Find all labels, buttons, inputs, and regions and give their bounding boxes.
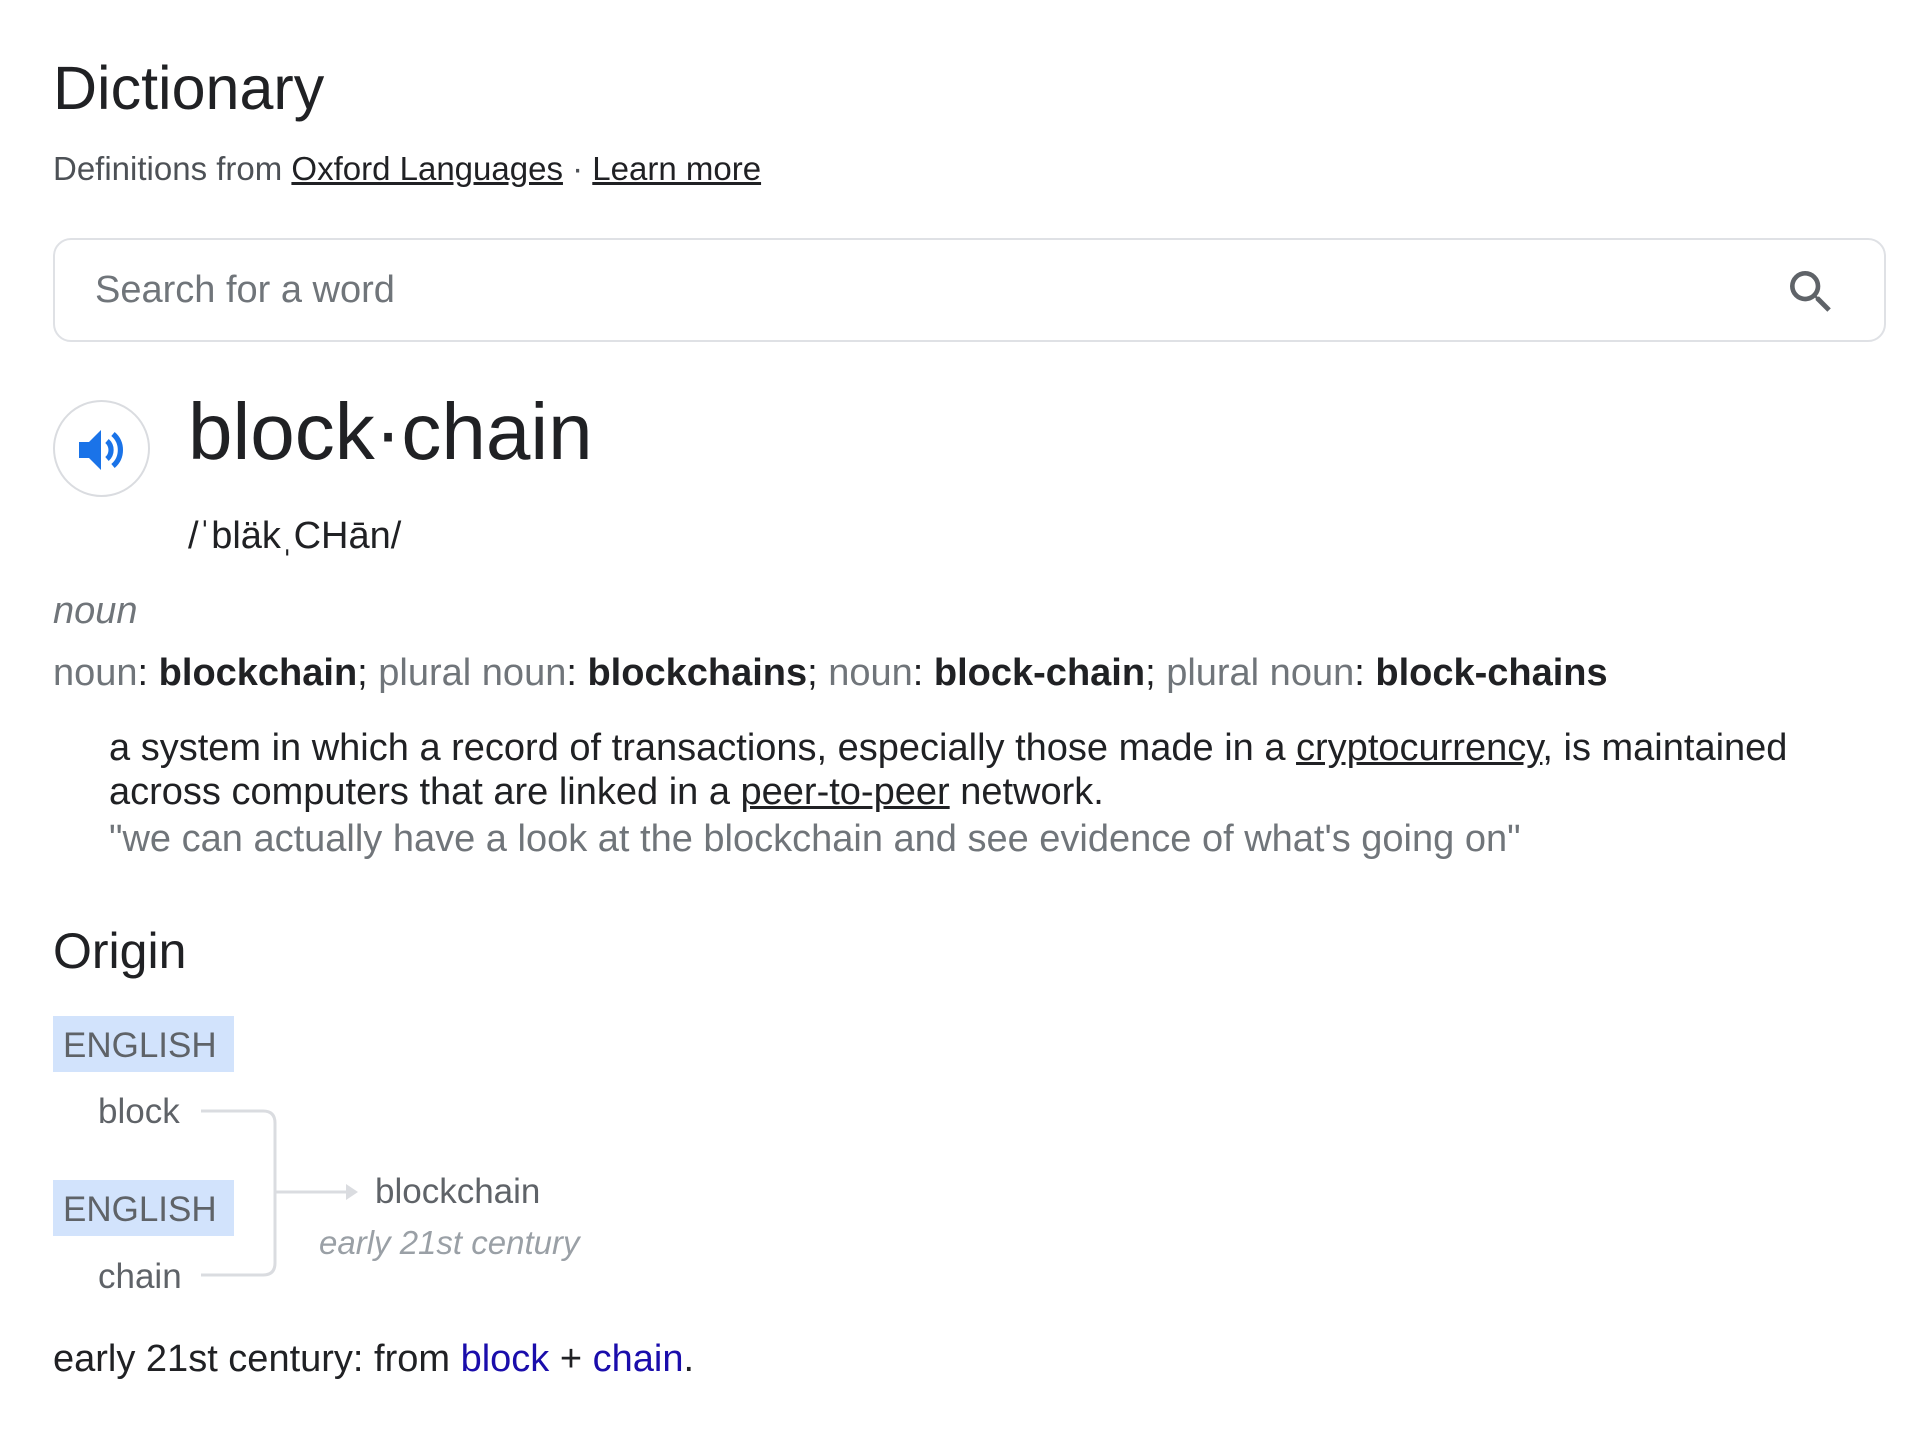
- etymology-result-date: early 21st century: [319, 1224, 582, 1261]
- word-forms: noun: blockchain; plural noun: blockchai…: [53, 652, 1608, 694]
- cryptocurrency-link[interactable]: cryptocurrency: [1296, 727, 1542, 769]
- block-link[interactable]: block: [461, 1338, 550, 1380]
- etymology-result-word: blockchain: [375, 1172, 540, 1211]
- example-sentence: "we can actually have a look at the bloc…: [109, 818, 1521, 860]
- etymology-diagram: ENGLISH block ENGLISH chain blockchain e…: [53, 1012, 673, 1296]
- phonetic-spelling: /ˈbläkˌCHān/: [188, 515, 402, 557]
- form-value: block-chains: [1375, 652, 1608, 694]
- search-icon[interactable]: [1783, 264, 1839, 320]
- form-value: block-chain: [933, 652, 1146, 694]
- learn-more-link[interactable]: Learn more: [592, 150, 761, 187]
- form-label: plural noun: [378, 652, 567, 694]
- form-label: noun: [828, 652, 913, 694]
- arrow-head-icon: [346, 1184, 358, 1200]
- origin-title: Origin: [53, 923, 187, 979]
- oxford-languages-link[interactable]: Oxford Languages: [291, 150, 563, 187]
- headword: block·chain: [188, 387, 593, 476]
- form-label: noun: [53, 652, 138, 694]
- section-title: Dictionary: [53, 54, 325, 122]
- peer-to-peer-link[interactable]: peer-to-peer: [741, 771, 950, 813]
- origin-text: early 21st century: from block + chain.: [53, 1338, 694, 1381]
- etymology-word: chain: [98, 1257, 182, 1292]
- origin-suffix: .: [683, 1338, 695, 1380]
- chain-link[interactable]: chain: [593, 1338, 684, 1380]
- search-box: [53, 238, 1886, 342]
- definition-text: a system in which a record of transactio…: [109, 727, 1297, 769]
- separator: ·: [572, 150, 584, 187]
- language-tag: ENGLISH: [63, 1190, 217, 1229]
- origin-prefix: early 21st century: from: [53, 1338, 461, 1380]
- source-line: Definitions from Oxford Languages · Lear…: [53, 150, 761, 188]
- part-of-speech: noun: [53, 590, 138, 632]
- language-tag: ENGLISH: [63, 1026, 217, 1065]
- pronunciation-audio-button[interactable]: [53, 400, 150, 497]
- search-input[interactable]: [95, 240, 1745, 340]
- definition: a system in which a record of transactio…: [109, 726, 1889, 814]
- etymology-word: block: [98, 1092, 180, 1131]
- plus-sign: +: [549, 1338, 593, 1380]
- form-value: blockchains: [587, 652, 808, 694]
- definition-text: network.: [949, 771, 1104, 813]
- speaker-icon: [79, 430, 123, 470]
- form-label: plural noun: [1166, 652, 1355, 694]
- source-prefix: Definitions from: [53, 150, 283, 187]
- form-value: blockchain: [158, 652, 358, 694]
